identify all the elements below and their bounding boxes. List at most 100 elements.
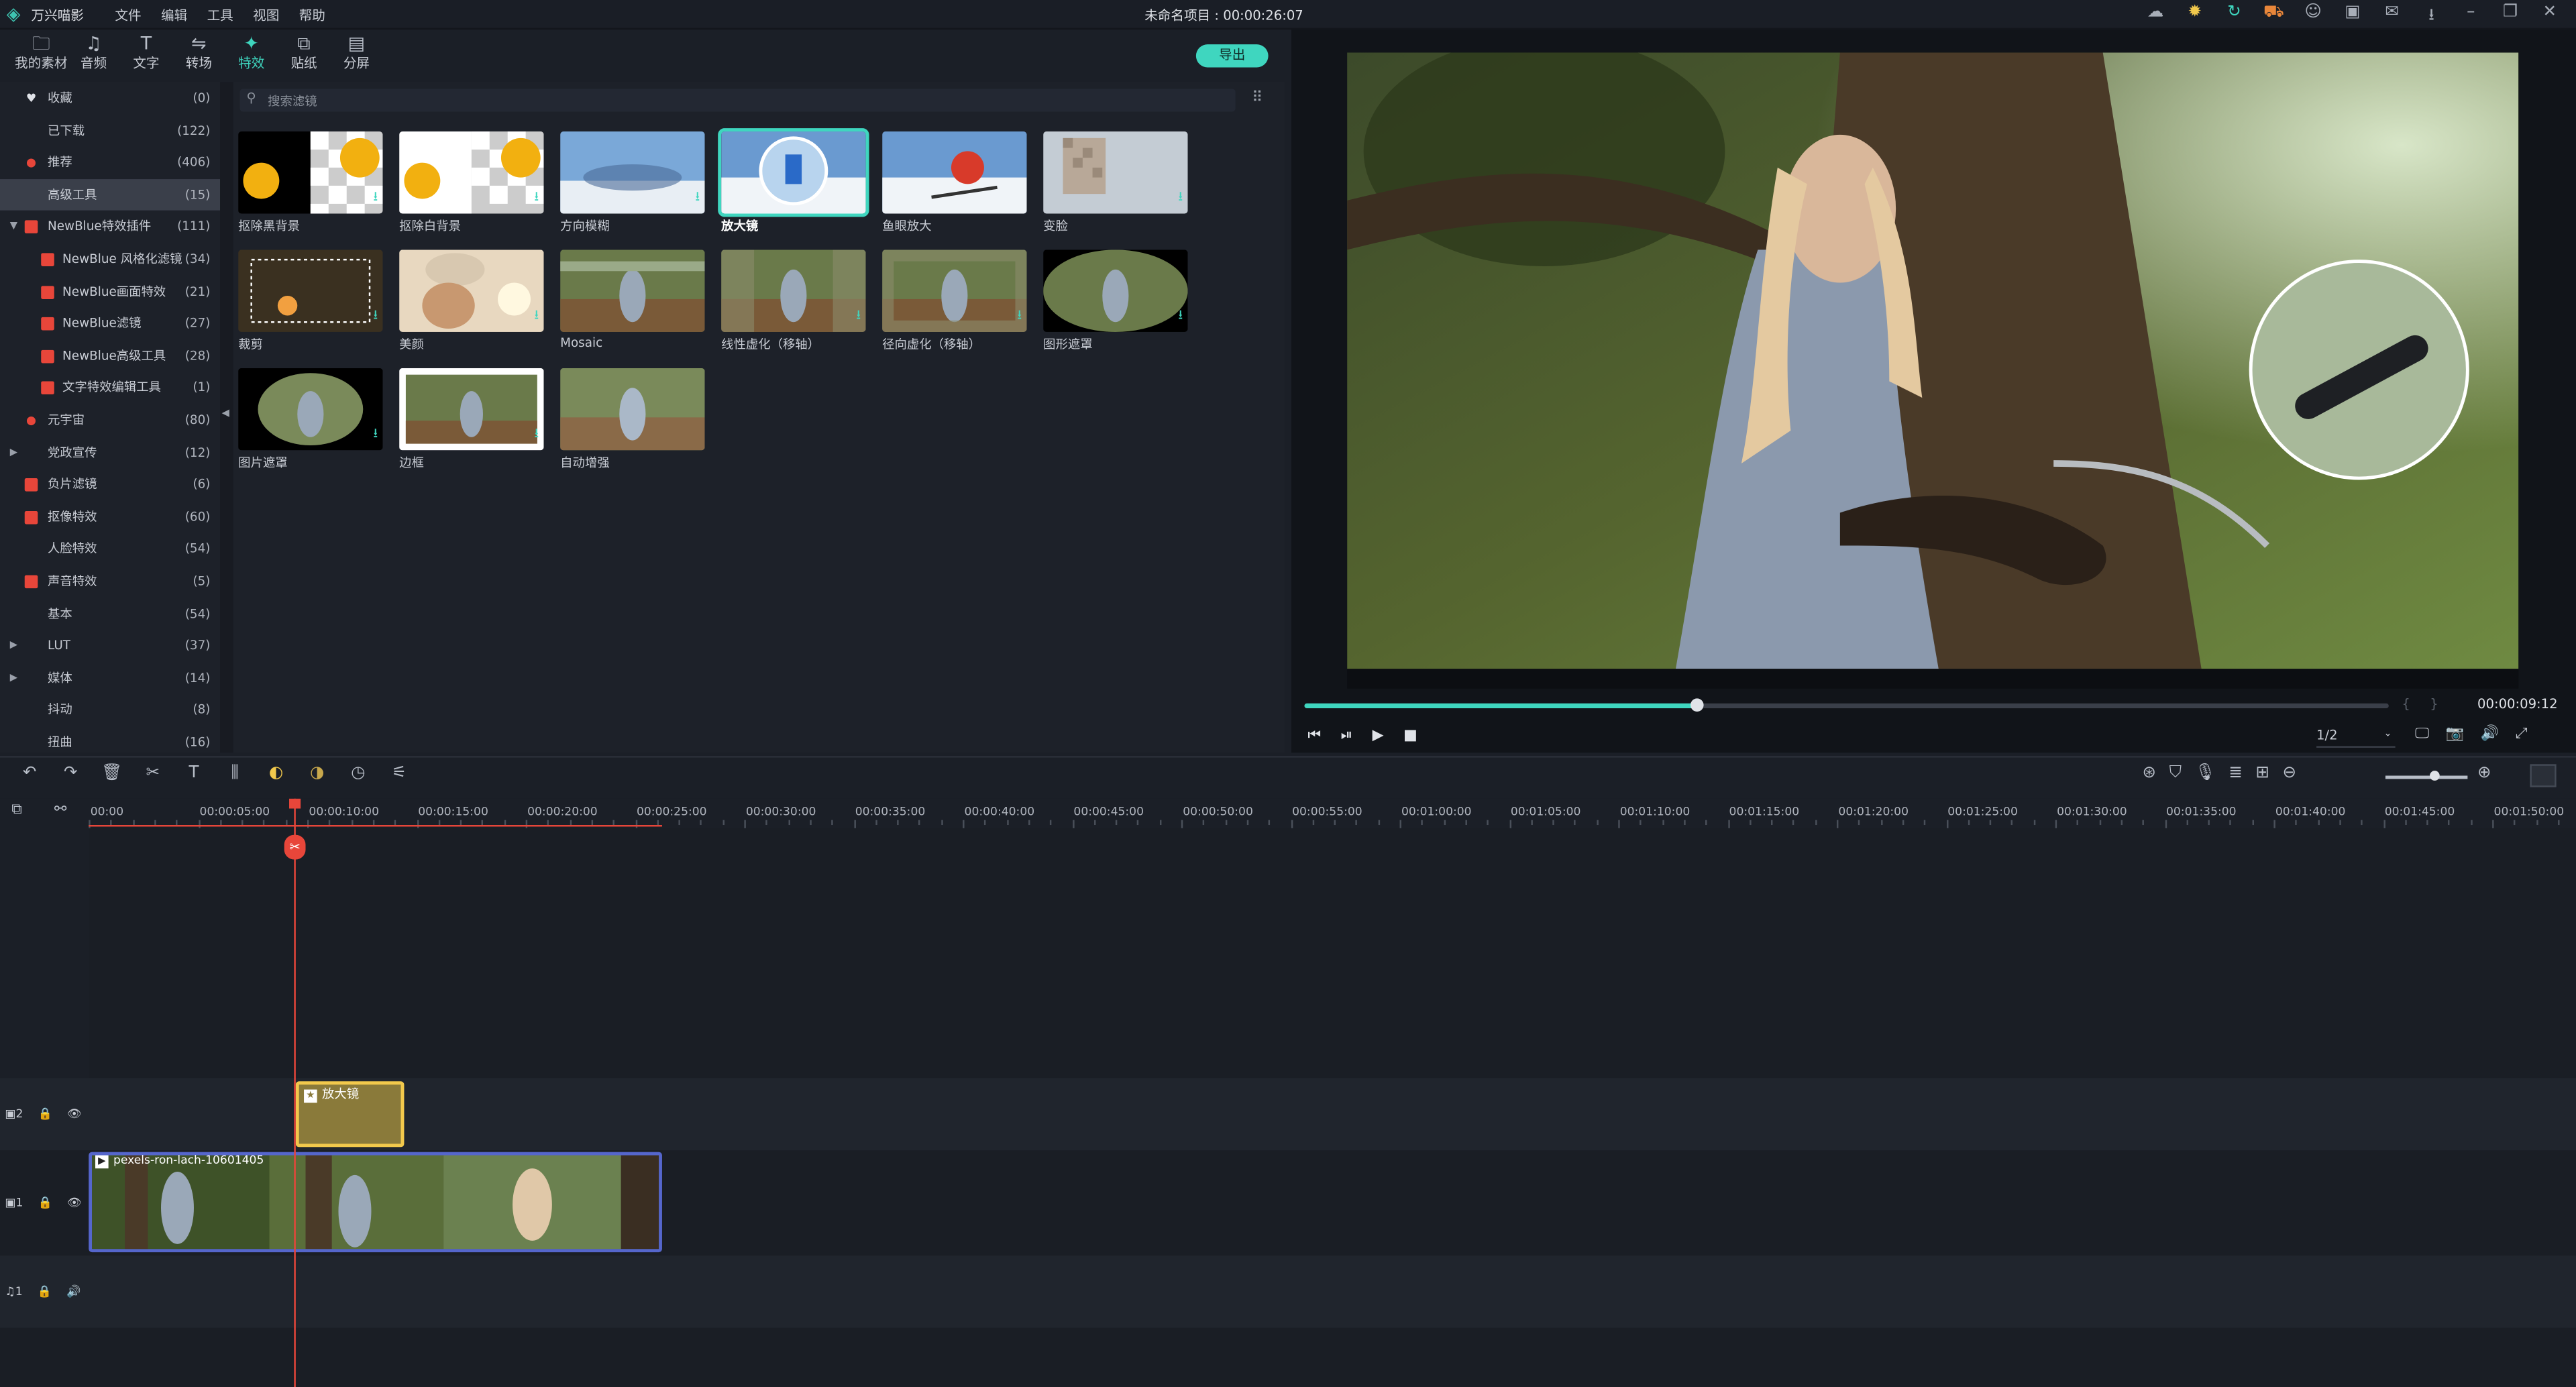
- category-item[interactable]: ■ 文字特效编辑工具 (1): [0, 372, 220, 404]
- menu-edit[interactable]: 编辑: [161, 7, 187, 25]
- category-item[interactable]: 高级工具 (15): [0, 178, 221, 211]
- mixer-icon[interactable]: ≣: [2229, 764, 2243, 782]
- fullscreen-icon[interactable]: ⤢: [2516, 726, 2528, 743]
- volume-icon[interactable]: 🔊: [2481, 726, 2499, 743]
- cart-icon[interactable]: ⛟: [2261, 3, 2287, 32]
- tab-effects[interactable]: ✦ 特效: [225, 30, 278, 79]
- display-icon[interactable]: 🖵: [2415, 726, 2429, 743]
- tab-transitions[interactable]: ⇋ 转场: [172, 30, 225, 79]
- redo-icon[interactable]: ↷: [58, 764, 84, 782]
- mark-out-icon[interactable]: }: [2430, 697, 2458, 712]
- category-item[interactable]: ■ 抠像特效 (60): [0, 501, 220, 533]
- category-item[interactable]: 抖动 (8): [0, 694, 220, 726]
- lock-icon[interactable]: 🔒: [38, 1107, 52, 1121]
- category-item[interactable]: 已下载 (122): [0, 115, 220, 147]
- category-item[interactable]: ■ NewBlue 风格化滤镜(34): [0, 243, 220, 276]
- category-item[interactable]: ■ 声音特效 (5): [0, 565, 220, 598]
- cloud-icon[interactable]: ☁: [2142, 3, 2168, 32]
- category-item[interactable]: ■ NewBlue画面特效 (21): [0, 276, 220, 308]
- fit-icon[interactable]: ⊞: [2255, 764, 2269, 782]
- download-icon[interactable]: ⭳: [373, 187, 378, 210]
- tab-stickers[interactable]: ⧉ 贴纸: [278, 30, 330, 79]
- add-track-icon[interactable]: ⧉: [11, 802, 22, 819]
- menu-help[interactable]: 帮助: [299, 7, 325, 25]
- download-icon[interactable]: ⭳: [856, 306, 861, 329]
- restore-icon[interactable]: ❐: [2497, 3, 2523, 32]
- search-input[interactable]: ⚲ 搜索滤镜: [239, 89, 1236, 112]
- download-icon[interactable]: ⭳: [1178, 306, 1183, 329]
- menu-file[interactable]: 文件: [115, 7, 141, 25]
- panel-collapse-handle[interactable]: ◀: [220, 82, 233, 753]
- timeline-ruler[interactable]: 00:00 00:00:05:00 00:00:10:00 00:00:15:00 00…: [89, 798, 2576, 828]
- category-item[interactable]: ▶ 媒体 (14): [0, 662, 220, 694]
- effect-thumbnail[interactable]: ⭳: [399, 249, 544, 332]
- speed-icon[interactable]: ◑: [304, 764, 330, 782]
- category-item[interactable]: 人脸特效 (54): [0, 533, 220, 565]
- tab-my-media[interactable]: 🗀 我的素材: [15, 30, 67, 79]
- refresh-icon[interactable]: ↻: [2221, 3, 2247, 32]
- close-icon[interactable]: ✕: [2536, 3, 2563, 32]
- mark-in-icon[interactable]: {: [2402, 697, 2430, 712]
- export-button[interactable]: 导出: [1195, 44, 1269, 68]
- category-item[interactable]: 扭曲 (16): [0, 726, 220, 753]
- effect-thumbnail[interactable]: ⭳: [721, 249, 866, 332]
- microphone-icon[interactable]: 🎙: [2195, 764, 2216, 782]
- effect-thumbnail[interactable]: [882, 131, 1027, 214]
- category-item[interactable]: ♥ 收藏 (0): [0, 82, 220, 115]
- stop-icon[interactable]: ■: [1403, 728, 1417, 744]
- effect-thumbnail[interactable]: [560, 249, 705, 332]
- user-icon[interactable]: ☺: [2300, 3, 2326, 32]
- download-icon[interactable]: ⭳: [534, 424, 539, 447]
- category-item[interactable]: ■ NewBlue滤镜 (27): [0, 308, 220, 340]
- zoom-in-icon[interactable]: ⊕: [2477, 764, 2491, 782]
- category-item[interactable]: ▶ LUT (37): [0, 630, 220, 662]
- marker-icon[interactable]: ⛉: [2169, 764, 2182, 782]
- effect-thumbnail[interactable]: [718, 128, 869, 217]
- bulb-icon[interactable]: ✹: [2182, 3, 2208, 32]
- tab-split-screen[interactable]: ▤ 分屏: [330, 30, 382, 79]
- mail-icon[interactable]: ✉: [2379, 3, 2405, 32]
- download-icon[interactable]: ⭳: [534, 306, 539, 329]
- preview-progress-handle[interactable]: [1690, 698, 1704, 712]
- collapse-arrow-icon[interactable]: ▶: [10, 630, 17, 662]
- menu-view[interactable]: 视图: [253, 7, 279, 25]
- expand-arrow-icon[interactable]: ▼: [10, 211, 17, 243]
- category-item[interactable]: 基本 (54): [0, 598, 220, 630]
- duration-icon[interactable]: ◷: [345, 764, 371, 782]
- audio-wave-icon[interactable]: ⫼: [222, 764, 248, 782]
- zoom-out-icon[interactable]: ⊖: [2283, 764, 2297, 782]
- playhead-scissor-icon[interactable]: ✂: [284, 834, 306, 860]
- color-icon[interactable]: ◐: [263, 764, 289, 782]
- category-item[interactable]: ▼ ■ NewBlue特效插件 (111): [0, 211, 220, 243]
- play-icon[interactable]: ▶: [1373, 728, 1384, 744]
- download-icon[interactable]: ⭳: [534, 187, 539, 210]
- tab-text[interactable]: T 文字: [120, 30, 172, 79]
- download-icon[interactable]: ⭳: [373, 306, 378, 329]
- download-icon[interactable]: ⭳: [1017, 306, 1022, 329]
- download-icon[interactable]: ⭳: [695, 187, 700, 210]
- effect-thumbnail[interactable]: ⭳: [238, 249, 383, 332]
- playhead-top[interactable]: [289, 798, 301, 809]
- category-item[interactable]: ▶ 党政宣传 (12): [0, 437, 220, 469]
- effect-thumbnail[interactable]: ⭳: [238, 131, 383, 214]
- cut-icon[interactable]: ✂: [140, 764, 166, 782]
- effect-thumbnail[interactable]: ⭳: [560, 131, 705, 214]
- lock-icon[interactable]: 🔒: [38, 1285, 52, 1298]
- speaker-icon[interactable]: 🔊: [66, 1285, 80, 1298]
- minimize-icon[interactable]: –: [2458, 3, 2484, 32]
- zoom-slider[interactable]: [2385, 775, 2468, 779]
- collapse-arrow-icon[interactable]: ▶: [10, 662, 17, 694]
- effect-thumbnail[interactable]: ⭳: [399, 368, 544, 451]
- undo-icon[interactable]: ↶: [16, 764, 42, 782]
- playhead-line[interactable]: [294, 798, 296, 1387]
- category-item[interactable]: ■ NewBlue高级工具 (28): [0, 340, 220, 372]
- eye-icon[interactable]: 👁: [67, 1197, 82, 1210]
- download-icon[interactable]: ⭳: [373, 424, 378, 447]
- snapshot-icon[interactable]: 📷: [2446, 726, 2464, 743]
- category-item[interactable]: ■ 负片滤镜 (6): [0, 469, 220, 501]
- preview-quality-select[interactable]: 1/2 ⌄: [2316, 728, 2396, 748]
- collapse-arrow-icon[interactable]: ▶: [10, 437, 17, 469]
- eye-icon[interactable]: 👁: [67, 1107, 82, 1121]
- tab-audio[interactable]: ♫ 音频: [67, 30, 119, 79]
- category-item[interactable]: ● 元宇宙 (80): [0, 404, 220, 437]
